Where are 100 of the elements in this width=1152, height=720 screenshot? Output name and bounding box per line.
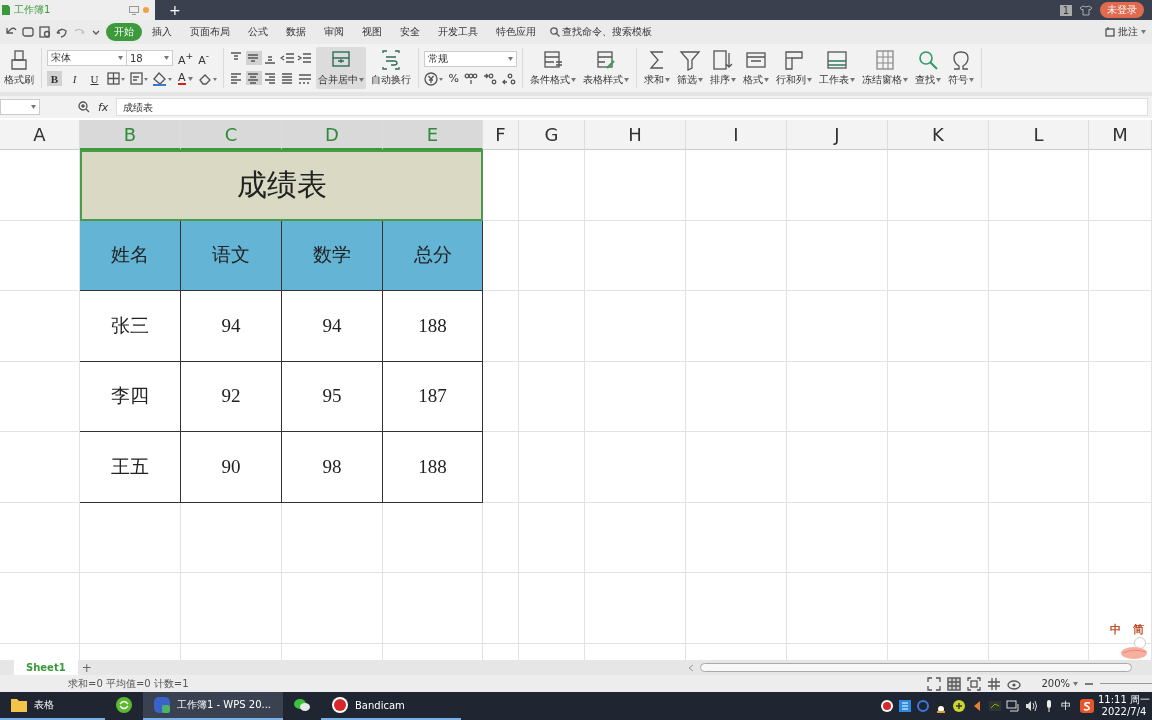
border-icon[interactable] bbox=[107, 71, 125, 86]
menu-tab[interactable]: 审阅 bbox=[316, 23, 352, 41]
column-header[interactable]: K bbox=[888, 120, 989, 150]
taskbar-clock[interactable]: 11:11 周一 2022/7/4 bbox=[1098, 694, 1150, 718]
column-header[interactable]: A bbox=[0, 120, 80, 150]
symbol-button[interactable]: 符号 bbox=[945, 47, 976, 89]
function-button[interactable]: fx bbox=[98, 100, 109, 114]
empty-cell bbox=[519, 220, 585, 291]
decrease-decimal-icon[interactable] bbox=[502, 71, 516, 86]
grow-font-button[interactable]: A$^{+}$ bbox=[178, 49, 194, 67]
distribute-icon[interactable] bbox=[296, 71, 313, 85]
menu-tab[interactable]: 数据 bbox=[278, 23, 314, 41]
menu-tab[interactable]: 视图 bbox=[354, 23, 390, 41]
font-color-button[interactable]: A bbox=[178, 72, 193, 86]
menu-tab[interactable]: 安全 bbox=[392, 23, 428, 41]
fill-bucket-icon[interactable] bbox=[153, 71, 173, 86]
rows-columns-button[interactable]: 行和列 bbox=[773, 47, 814, 89]
graphics-icon[interactable] bbox=[988, 699, 1002, 713]
taskbar-item[interactable]: 工作簿1 - WPS 20... bbox=[143, 692, 283, 720]
find-button[interactable]: 查找 bbox=[912, 47, 943, 89]
horizontal-scrollbar[interactable] bbox=[700, 663, 1132, 672]
table-cell: 187 bbox=[383, 361, 483, 432]
italic-button[interactable]: I bbox=[67, 71, 82, 87]
font-select[interactable]: 宋体 bbox=[47, 50, 127, 66]
number-format-select[interactable]: 常规 bbox=[423, 50, 517, 67]
column-header[interactable]: L bbox=[989, 120, 1089, 150]
menu-tab[interactable]: 公式 bbox=[240, 23, 276, 41]
worksheet-button[interactable]: 工作表 bbox=[816, 47, 857, 89]
circle-icon[interactable] bbox=[916, 699, 930, 713]
taskbar-item[interactable]: Bandicam bbox=[321, 692, 461, 720]
zoom-formula-icon[interactable] bbox=[78, 101, 90, 113]
column-header[interactable]: H bbox=[585, 120, 686, 150]
document-app-icon bbox=[153, 696, 171, 714]
record-icon[interactable] bbox=[880, 699, 894, 713]
align-middle-icon[interactable] bbox=[245, 51, 262, 65]
filter-button[interactable]: 筛选 bbox=[674, 47, 705, 89]
print-preview-icon[interactable] bbox=[38, 25, 52, 39]
folder-icon bbox=[10, 696, 28, 714]
header-cell: 总分 bbox=[383, 220, 483, 291]
font-size-select[interactable]: 18 bbox=[126, 50, 173, 66]
sheet-tab[interactable]: Sheet1 bbox=[14, 660, 78, 675]
column-header[interactable]: M bbox=[1089, 120, 1152, 150]
merge-center-button[interactable]: 合并居中 bbox=[315, 47, 366, 89]
shrink-font-button[interactable]: A$^{-}$ bbox=[198, 49, 210, 67]
decrease-indent-icon[interactable] bbox=[279, 51, 296, 65]
input-mode-label[interactable]: 中 bbox=[1110, 622, 1121, 637]
window-counter[interactable]: 1 bbox=[1059, 4, 1072, 16]
input-mode-indicator[interactable]: 中 bbox=[1061, 699, 1071, 713]
bold-button[interactable]: B bbox=[47, 71, 62, 87]
print-icon[interactable] bbox=[21, 25, 35, 39]
menu-tab[interactable]: 开发工具 bbox=[430, 23, 486, 41]
menu-tab[interactable]: 插入 bbox=[144, 23, 180, 41]
formula-field[interactable]: 成绩表 bbox=[116, 98, 1148, 116]
network-icon[interactable] bbox=[1006, 699, 1020, 713]
increase-decimal-icon[interactable] bbox=[483, 71, 497, 86]
magnifier-icon bbox=[916, 49, 939, 71]
new-tab-button[interactable]: + bbox=[169, 2, 181, 18]
sheet-icon bbox=[825, 49, 848, 71]
column-header[interactable]: F bbox=[483, 120, 519, 150]
table-cell: 98 bbox=[282, 432, 383, 503]
percent-button[interactable]: % bbox=[448, 72, 459, 85]
comment-button[interactable]: 批注 bbox=[1105, 25, 1146, 39]
zoom-select[interactable]: 200% bbox=[1041, 678, 1078, 689]
volume-icon[interactable] bbox=[1024, 699, 1038, 713]
increase-indent-icon[interactable] bbox=[296, 51, 313, 65]
taskbar-item[interactable]: 表格 bbox=[0, 692, 105, 720]
conditional-format-button[interactable]: 条件格式 bbox=[527, 47, 578, 89]
format-button[interactable]: 格式 bbox=[740, 47, 771, 89]
gridlines-icon[interactable] bbox=[987, 676, 1002, 691]
sum-button[interactable]: 求和 bbox=[641, 47, 672, 89]
menu-tab[interactable]: 开始 bbox=[106, 23, 142, 41]
input-method-icon[interactable] bbox=[1080, 699, 1094, 713]
table-cell: 90 bbox=[181, 432, 282, 503]
plus-icon[interactable] bbox=[952, 699, 966, 713]
header-cell: 姓名 bbox=[80, 220, 181, 291]
menu-tab[interactable]: 页面布局 bbox=[182, 23, 238, 41]
fullscreen-icon[interactable] bbox=[927, 676, 942, 691]
menu-tab[interactable]: 特色应用 bbox=[488, 23, 544, 41]
table-pencil-icon bbox=[594, 49, 617, 71]
underline-button[interactable]: U bbox=[87, 71, 102, 87]
page-view-icon[interactable] bbox=[967, 676, 982, 691]
freeze-panes-button[interactable]: 冻结窗格 bbox=[859, 47, 910, 89]
input-mode-label[interactable]: 简 bbox=[1133, 622, 1144, 637]
unsaved-dot-icon bbox=[143, 7, 149, 13]
column-header[interactable]: J bbox=[787, 120, 888, 150]
app-icon[interactable] bbox=[898, 699, 912, 713]
align-center-icon[interactable] bbox=[245, 71, 262, 85]
column-header[interactable]: I bbox=[686, 120, 787, 150]
column-header[interactable]: G bbox=[519, 120, 585, 150]
thousands-icon[interactable] bbox=[464, 71, 478, 86]
wrap-text-button[interactable]: 自动换行 bbox=[368, 47, 413, 89]
currency-icon[interactable] bbox=[423, 71, 444, 86]
cell-style-icon[interactable] bbox=[130, 71, 148, 86]
add-sheet-button[interactable]: + bbox=[81, 660, 92, 675]
grid-view-icon[interactable] bbox=[947, 676, 962, 691]
format-painter-button[interactable]: 格式刷 bbox=[2, 47, 36, 89]
table-style-button[interactable]: 表格样式 bbox=[580, 47, 631, 89]
sort-button[interactable]: 排序 bbox=[707, 47, 738, 89]
wrap-text-icon bbox=[379, 49, 402, 71]
shirt-icon[interactable] bbox=[1080, 4, 1092, 16]
